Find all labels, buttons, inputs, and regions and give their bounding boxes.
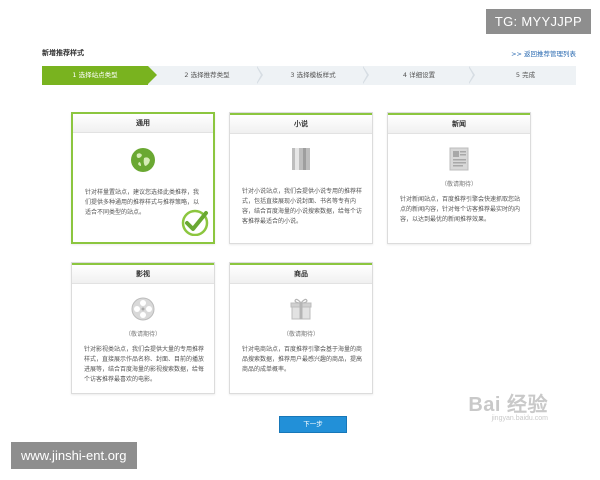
card-title: 影视 bbox=[72, 263, 214, 284]
card-title: 小说 bbox=[230, 113, 372, 134]
coming-soon-label: （敬请期待） bbox=[124, 331, 161, 338]
card-description: 针对影视类站点，我们会提供大量的专用推荐样式，直接展示作品名称、封面、目前的播放… bbox=[84, 346, 205, 383]
step-select-recommend-type: 2 选择推荐类型 bbox=[157, 66, 263, 85]
step-finish: 5 完成 bbox=[475, 66, 576, 85]
page-title: 新增推荐样式 bbox=[42, 49, 84, 57]
page-header: 新增推荐样式 >> 返回推荐管理列表 bbox=[42, 46, 576, 60]
coming-soon-label: （敬请期待） bbox=[282, 331, 319, 338]
book-icon bbox=[290, 146, 312, 176]
baidu-jingyan-watermark: Bai 经验 jingyan.baidu.com bbox=[468, 388, 548, 422]
newspaper-icon bbox=[448, 146, 470, 176]
back-to-list-link[interactable]: >> 返回推荐管理列表 bbox=[511, 48, 576, 58]
checkmark-icon bbox=[179, 208, 211, 240]
card-description: 针对新闻站点，百度推荐引擎会快速抓取您站点的新闻内容，针对每个访客推荐最实时的内… bbox=[400, 196, 521, 223]
step-label: 3 选择模板样式 bbox=[290, 71, 336, 79]
baidu-logo-text: Bai 经验 bbox=[468, 394, 548, 416]
step-label: 4 详细设置 bbox=[402, 71, 436, 79]
card-description: 针对小说站点，我们会提供小说专用的推荐样式，包括直接展现小说封面、书名等专有内容… bbox=[242, 188, 363, 225]
card-title: 新闻 bbox=[388, 113, 530, 134]
step-progress-bar: 1 选择站点类型 2 选择推荐类型 3 选择模板样式 4 详细设置 5 完成 bbox=[42, 66, 576, 85]
site-type-card-news[interactable]: 新闻 （敬请期待） 针对新闻站点，百度推荐引擎会快速抓取您站点的新闻内容，针对每… bbox=[387, 112, 531, 244]
globe-icon bbox=[130, 147, 156, 177]
site-type-card-general[interactable]: 通用 针对样量置站点，建议您选择此类推荐，我们提供多种通用的推荐样式与推荐策略，… bbox=[71, 112, 215, 244]
gift-icon bbox=[288, 296, 314, 326]
back-link-label: 返回推荐管理列表 bbox=[524, 50, 576, 58]
watermark-top: TG: MYYJJPP bbox=[485, 9, 591, 34]
step-label: 5 完成 bbox=[515, 71, 536, 79]
step-label: 2 选择推荐类型 bbox=[184, 71, 230, 79]
step-detail-settings: 4 详细设置 bbox=[369, 66, 475, 85]
step-label: 1 选择站点类型 bbox=[72, 71, 118, 79]
site-type-card-video[interactable]: 影视 （敬请期待） 针对影视类站点，我们会提供大量的专用推荐样式，直接展示作品名… bbox=[71, 262, 215, 394]
card-title: 通用 bbox=[73, 114, 213, 133]
card-title: 商品 bbox=[230, 263, 372, 284]
film-reel-icon bbox=[130, 296, 156, 326]
next-step-button[interactable]: 下一步 bbox=[279, 416, 347, 433]
site-type-card-product[interactable]: 商品 （敬请期待） 针对电商站点，百度推荐引擎会基于海量的商品搜索数据，推荐用户… bbox=[229, 262, 373, 394]
double-chevron-right-icon: >> bbox=[511, 50, 522, 58]
coming-soon-label: （敬请期待） bbox=[440, 181, 477, 188]
site-type-card-novel[interactable]: 小说 针对小说站点，我们会提供小说专用的推荐样式，包括直接展现小说封面、书名等专… bbox=[229, 112, 373, 244]
step-select-template: 3 选择模板样式 bbox=[263, 66, 369, 85]
card-description: 针对电商站点，百度推荐引擎会基于海量的商品搜索数据，推荐用户最感兴趣的商品，提高… bbox=[242, 346, 363, 373]
step-select-site-type: 1 选择站点类型 bbox=[42, 66, 157, 85]
watermark-bottom: www.jinshi-ent.org bbox=[11, 442, 137, 469]
